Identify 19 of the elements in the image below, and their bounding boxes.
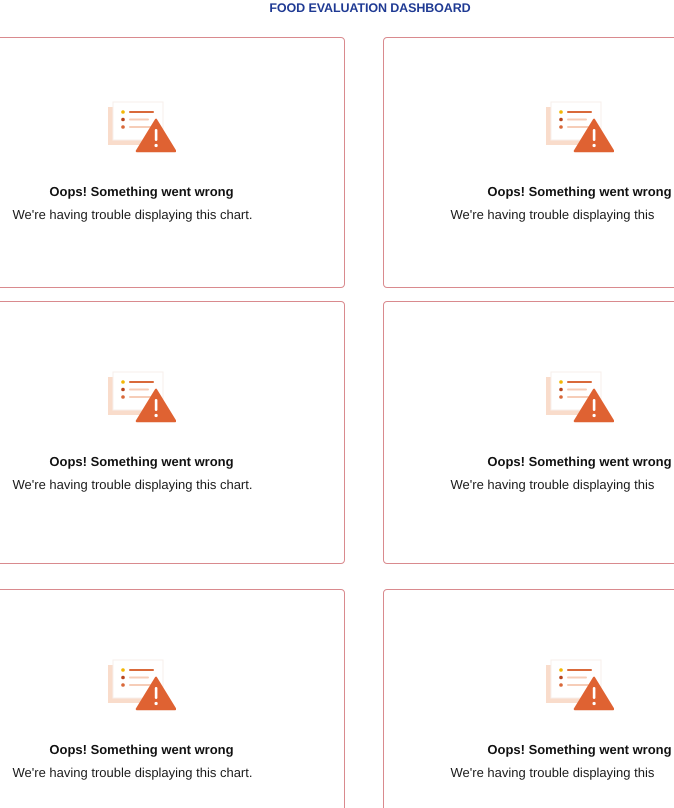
list-warning-icon <box>108 101 176 153</box>
error-message: We're having trouble displaying this chart. <box>12 477 252 492</box>
error-title: Oops! Something went wrong <box>49 454 234 470</box>
error-message: We're having trouble displaying this <box>450 207 654 222</box>
error-title: Oops! Something went wrong <box>487 184 672 200</box>
list-warning-icon <box>546 371 614 423</box>
list-warning-icon <box>546 659 614 711</box>
error-message: We're having trouble displaying this chart. <box>12 207 252 222</box>
error-title: Oops! Something went wrong <box>487 742 672 758</box>
list-warning-icon <box>546 101 614 153</box>
error-title: Oops! Something went wrong <box>49 742 234 758</box>
dashboard-title: FOOD EVALUATION DASHBOARD <box>269 1 471 16</box>
list-warning-icon <box>108 371 176 423</box>
error-title: Oops! Something went wrong <box>487 454 672 470</box>
list-warning-icon <box>108 659 176 711</box>
error-title: Oops! Something went wrong <box>49 184 234 200</box>
error-message: We're having trouble displaying this <box>450 765 654 780</box>
error-message: We're having trouble displaying this chart. <box>12 765 252 780</box>
error-message: We're having trouble displaying this <box>450 477 654 492</box>
